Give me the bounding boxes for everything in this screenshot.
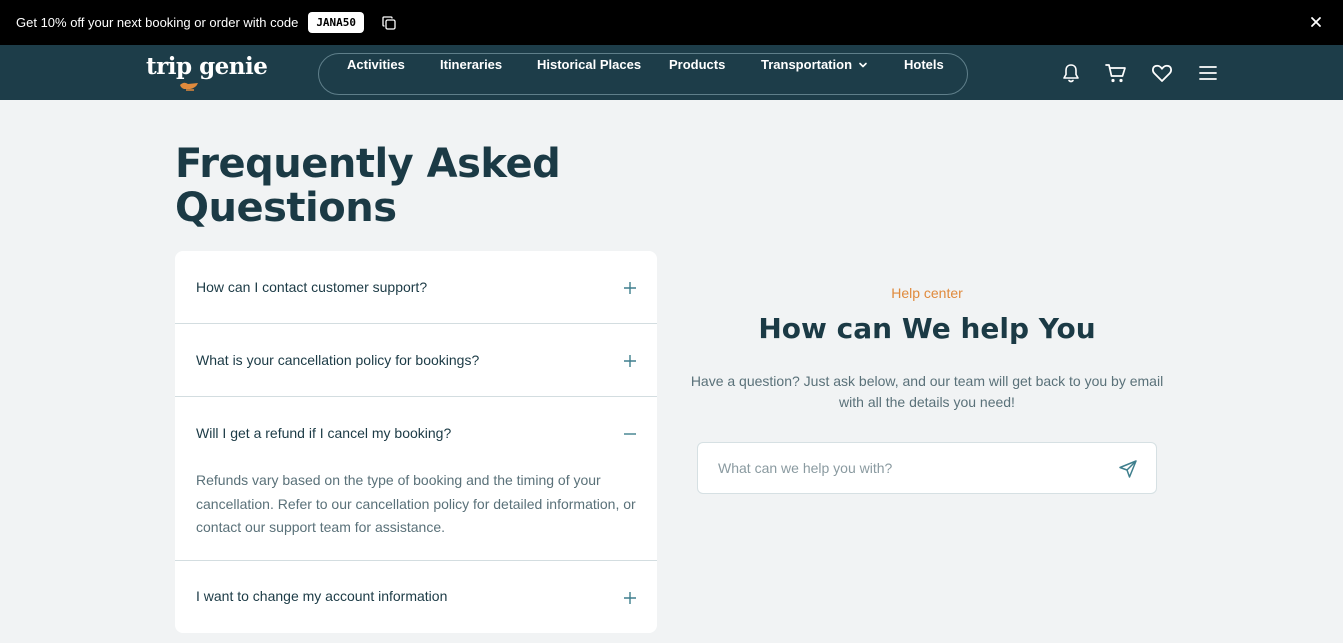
cart-icon[interactable] bbox=[1105, 62, 1127, 84]
faq-item[interactable]: What is your cancellation policy for boo… bbox=[175, 324, 657, 397]
nav-itineraries[interactable]: Itineraries bbox=[440, 57, 502, 72]
nav-products[interactable]: Products bbox=[669, 57, 725, 72]
nav-activities[interactable]: Activities bbox=[347, 57, 405, 72]
faq-item[interactable]: How can I contact customer support? bbox=[175, 251, 657, 324]
copy-icon[interactable] bbox=[382, 15, 396, 30]
faq-accordion: How can I contact customer support? What… bbox=[175, 251, 657, 633]
help-title: How can We help You bbox=[758, 312, 1096, 345]
close-icon[interactable] bbox=[1307, 13, 1325, 31]
faq-question[interactable]: Will I get a refund if I cancel my booki… bbox=[196, 425, 451, 441]
plus-icon[interactable] bbox=[623, 281, 637, 295]
bell-icon[interactable] bbox=[1060, 62, 1082, 84]
faq-answer: Refunds vary based on the type of bookin… bbox=[196, 472, 636, 535]
help-search-box bbox=[697, 442, 1157, 494]
send-icon[interactable] bbox=[1118, 459, 1138, 479]
promo-text: Get 10% off your next booking or order w… bbox=[16, 15, 299, 30]
help-input[interactable] bbox=[718, 457, 1098, 479]
promo-bar: Get 10% off your next booking or order w… bbox=[0, 0, 1343, 45]
logo[interactable]: trip genie bbox=[146, 53, 268, 80]
faq-item-expanded[interactable]: Will I get a refund if I cancel my booki… bbox=[175, 397, 657, 561]
menu-icon[interactable] bbox=[1197, 62, 1219, 84]
nav-transportation[interactable]: Transportation bbox=[761, 57, 868, 72]
faq-question[interactable]: I want to change my account information bbox=[196, 588, 447, 604]
heart-icon[interactable] bbox=[1151, 62, 1173, 84]
faq-title: Frequently Asked Questions bbox=[175, 141, 561, 231]
help-kicker: Help center bbox=[891, 285, 963, 301]
lamp-icon bbox=[180, 82, 198, 91]
faq-question[interactable]: How can I contact customer support? bbox=[196, 279, 427, 295]
faq-item[interactable]: I want to change my account information bbox=[175, 561, 657, 633]
faq-question[interactable]: What is your cancellation policy for boo… bbox=[196, 352, 479, 368]
minus-icon[interactable] bbox=[623, 427, 637, 441]
nav-pill bbox=[318, 53, 968, 95]
help-description: Have a question? Just ask below, and our… bbox=[690, 373, 1164, 410]
promo-code[interactable]: JANA50 bbox=[308, 12, 365, 33]
nav-hotels[interactable]: Hotels bbox=[904, 57, 944, 72]
plus-icon[interactable] bbox=[623, 591, 637, 605]
plus-icon[interactable] bbox=[623, 354, 637, 368]
chevron-down-icon bbox=[859, 62, 867, 67]
main-nav: trip genie Activities Itineraries Histor… bbox=[0, 45, 1343, 100]
nav-historical-places[interactable]: Historical Places bbox=[537, 57, 641, 72]
